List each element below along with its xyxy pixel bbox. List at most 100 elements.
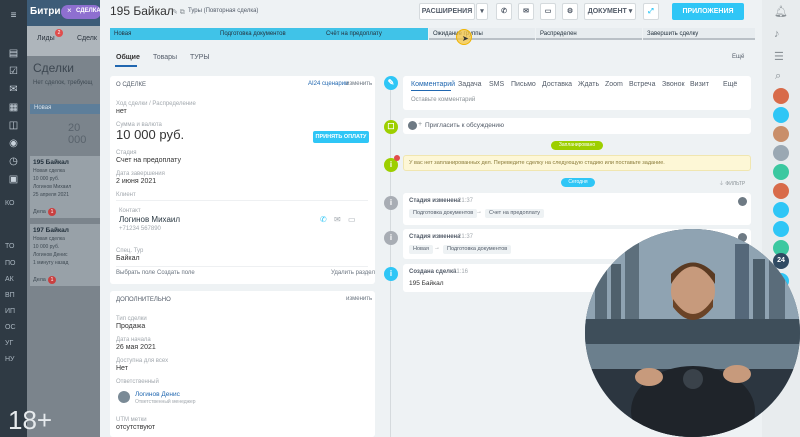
additional-edit-link[interactable]: изменить — [346, 296, 372, 302]
chat-button[interactable]: ▭ — [540, 3, 556, 20]
delete-section-link[interactable]: Удалить раздел — [331, 270, 375, 276]
accept-payment-button[interactable]: ПРИНЯТЬ ОПЛАТУ — [313, 131, 369, 143]
sidebar-item[interactable]: ОС — [5, 324, 16, 331]
nav-leads[interactable]: Лиды — [37, 35, 55, 42]
mail-icon[interactable]: ✉ — [334, 215, 341, 224]
activity-tab-more[interactable]: Ещё — [723, 81, 737, 88]
mail-button[interactable]: ✉ — [518, 3, 534, 20]
document-button[interactable]: ДОКУМЕНТ ▾ — [584, 3, 636, 20]
activity-tab-wait[interactable]: Ждать — [578, 81, 599, 88]
sidebar-item[interactable]: ВП — [5, 292, 15, 299]
sites-icon[interactable]: ▣ — [8, 174, 19, 185]
sidebar-item[interactable]: АК — [5, 276, 14, 283]
deal-card-action[interactable]: Дела — [33, 209, 46, 215]
time-icon[interactable]: ◷ — [8, 156, 19, 167]
stage-new[interactable]: Новая — [110, 28, 216, 40]
extensions-button[interactable]: РАСШИРЕНИЯ — [419, 3, 475, 20]
avatar — [738, 197, 747, 206]
activity-tab-zoom[interactable]: Zoom — [605, 81, 623, 88]
comment-input[interactable]: Оставьте комментарий — [411, 97, 475, 103]
avatar[interactable] — [773, 221, 789, 237]
menu-icon[interactable]: ≡ — [8, 10, 19, 21]
crm-icon[interactable]: ◉ — [8, 138, 19, 149]
create-field-link[interactable]: Создать поле — [157, 270, 195, 276]
tab-products[interactable]: Товары — [153, 54, 177, 61]
sidebar-item[interactable]: УГ — [5, 340, 13, 347]
activity-tab-sms[interactable]: SMS — [489, 81, 504, 88]
chat-icon: ☐ — [384, 120, 398, 134]
activity-tab-task[interactable]: Задача — [458, 81, 482, 88]
search-icon[interactable]: ⌕ — [775, 70, 781, 83]
history-pill: Сегодня — [561, 178, 595, 187]
sidebar-item[interactable]: ИП — [5, 308, 15, 315]
filter-button[interactable]: ⏚ ФИЛЬТР — [719, 180, 745, 187]
edit-title-icon[interactable]: ✎ ⧉ — [172, 8, 185, 17]
choose-field-link[interactable]: Выбрать поле — [116, 270, 155, 276]
call-button[interactable]: ✆ — [496, 3, 512, 20]
activity-tab-comment[interactable]: Комментарий — [411, 81, 455, 88]
nav-deals[interactable]: Сделк — [77, 35, 97, 42]
about-edit-link[interactable]: изменить — [346, 81, 372, 87]
event-deal-name[interactable]: 195 Байкал — [409, 280, 444, 287]
activity-tab-email[interactable]: Письмо — [511, 81, 536, 88]
bell-icon[interactable]: ♪ — [774, 28, 780, 40]
activity-tab-visit[interactable]: Визит — [690, 81, 709, 88]
extensions-dropdown-button[interactable]: ▾ — [476, 3, 488, 20]
sidebar-item[interactable]: НУ — [5, 356, 15, 363]
deal-card-title[interactable]: 195 Байкал — [33, 159, 69, 166]
deal-card-title[interactable]: 197 Байкал — [33, 227, 69, 234]
deal-slider-label[interactable]: × СДЕЛКА — [61, 5, 101, 19]
phone-icon[interactable]: ✆ — [320, 215, 327, 224]
deal-card-action[interactable]: Дела — [33, 277, 46, 283]
applications-button[interactable]: ПРИЛОЖЕНИЯ — [672, 3, 744, 20]
avatar[interactable] — [773, 107, 789, 123]
ai-scenarios-link[interactable]: AI24 сценарии — [308, 81, 348, 87]
settings-button[interactable]: ⚙ — [562, 3, 578, 20]
tab-general[interactable]: Общие — [116, 54, 140, 61]
deal-card[interactable]: 197 Байкал Новая сделка 10 000 руб. Логи… — [30, 224, 100, 286]
avatar[interactable] — [773, 126, 789, 142]
calendar-icon[interactable]: ▦ — [8, 102, 19, 113]
deal-card-sub: Новая сделка — [33, 168, 65, 174]
activity-tab-call[interactable]: Звонок — [662, 81, 685, 88]
stage-waiting-group[interactable]: Ожидание группы — [429, 28, 535, 40]
stage-finish-deal[interactable]: Завершить сделку — [643, 28, 755, 40]
sidebar-item[interactable]: ПО — [5, 260, 15, 267]
avatar[interactable] — [773, 183, 789, 199]
avatar[interactable] — [773, 145, 789, 161]
stage-prepayment-invoice[interactable]: Счёт на предоплату — [322, 28, 428, 40]
feed-icon[interactable]: ▤ — [8, 48, 19, 59]
deal-category[interactable]: Туры (Повторная сделка) — [188, 8, 258, 14]
tabs-more[interactable]: Ещё — [732, 54, 744, 60]
active-tab-underline — [411, 90, 451, 91]
notifications-icon[interactable]: 🔔︎ — [774, 5, 788, 18]
responsible-name[interactable]: Логинов Денис — [135, 391, 180, 398]
activity-tab-delivery[interactable]: Доставка — [542, 81, 572, 88]
stage-docs[interactable]: Подготовка документов — [216, 28, 322, 40]
disk-icon[interactable]: ◫ — [8, 120, 19, 131]
avatar[interactable] — [773, 88, 789, 104]
activity-tab-meeting[interactable]: Встреча — [629, 81, 655, 88]
close-icon[interactable]: × — [67, 6, 72, 15]
avatar[interactable] — [118, 391, 130, 403]
sidebar-item[interactable]: КО — [5, 200, 14, 207]
sidebar-item[interactable]: ТО — [5, 243, 14, 250]
stage-distributed[interactable]: Распределен — [536, 28, 642, 40]
deal-title[interactable]: 195 Байкал — [110, 4, 174, 18]
chat-icon[interactable]: ▭ — [348, 215, 356, 224]
tab-tours[interactable]: ТУРЫ — [190, 54, 210, 61]
tasks-icon[interactable]: ☑ — [8, 66, 19, 77]
expand-button[interactable]: ⤢ — [643, 3, 659, 20]
deal-card[interactable]: 195 Байкал Новая сделка 10 000 руб. Логи… — [30, 156, 100, 218]
avatar[interactable] — [773, 164, 789, 180]
tasks-icon[interactable]: ☰ — [774, 50, 784, 63]
avatar[interactable] — [773, 202, 789, 218]
chat-icon[interactable]: ✉ — [8, 84, 19, 95]
stage-field-value[interactable]: Счет на предоплату — [116, 157, 181, 164]
invite-to-discussion[interactable]: + Пригласить к обсуждению — [403, 118, 751, 134]
field-value: нет — [116, 108, 127, 115]
portal-logo[interactable]: Битри — [30, 6, 61, 17]
contact-phone[interactable]: +71234 567890 — [119, 226, 161, 232]
contact-name[interactable]: Логинов Михаил — [119, 215, 180, 224]
filter-icon: ⏚ — [719, 181, 725, 187]
